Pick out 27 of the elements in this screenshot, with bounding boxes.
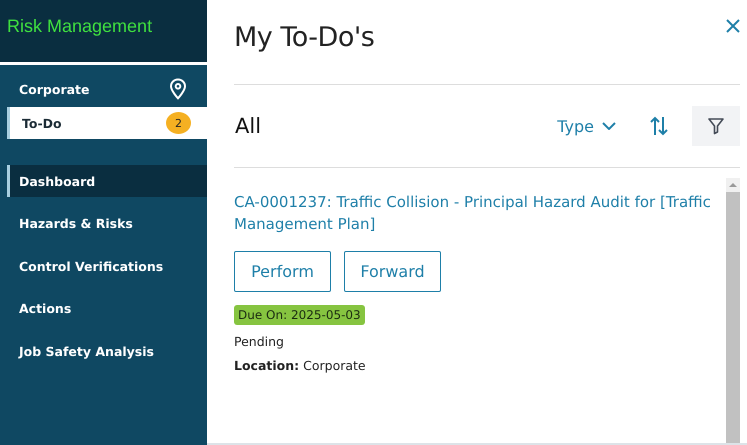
scrollbar[interactable] [726,178,740,443]
app-title: Risk Management [7,16,152,36]
nav-item[interactable]: Actions [7,292,207,324]
nav-item[interactable]: Control Verifications [7,250,207,282]
filter-label: All [235,114,262,138]
todo-item[interactable]: To-Do 2 [7,107,207,139]
nav-item[interactable]: Hazards & Risks [7,208,207,240]
close-icon[interactable] [726,19,740,33]
due-date-tag: Due On: 2025-05-03 [234,305,365,325]
todo-label: To-Do [22,116,62,130]
location-pin-icon[interactable] [169,78,187,100]
nav-item[interactable]: Dashboard [7,165,207,197]
location-label: Corporate [19,82,90,96]
filter-icon [707,117,725,135]
count-badge: 2 [166,112,191,134]
status-text: Pending [234,334,284,349]
task-link[interactable]: CA-0001237: Traffic Collision - Principal Hazard Audit for [Traffic Management Plan] [234,191,722,235]
type-dropdown[interactable]: Type [557,116,616,136]
scroll-up-icon[interactable] [729,182,737,188]
filter-button[interactable] [692,106,740,146]
panel-title: My To-Do's [234,22,374,53]
caret-icon [602,122,616,130]
action-button[interactable]: Perform [234,251,331,292]
location-text: Location: Corporate [234,358,366,373]
sort-icon[interactable] [650,116,668,136]
action-button[interactable]: Forward [344,251,441,292]
nav-item[interactable]: Job Safety Analysis [7,335,207,367]
